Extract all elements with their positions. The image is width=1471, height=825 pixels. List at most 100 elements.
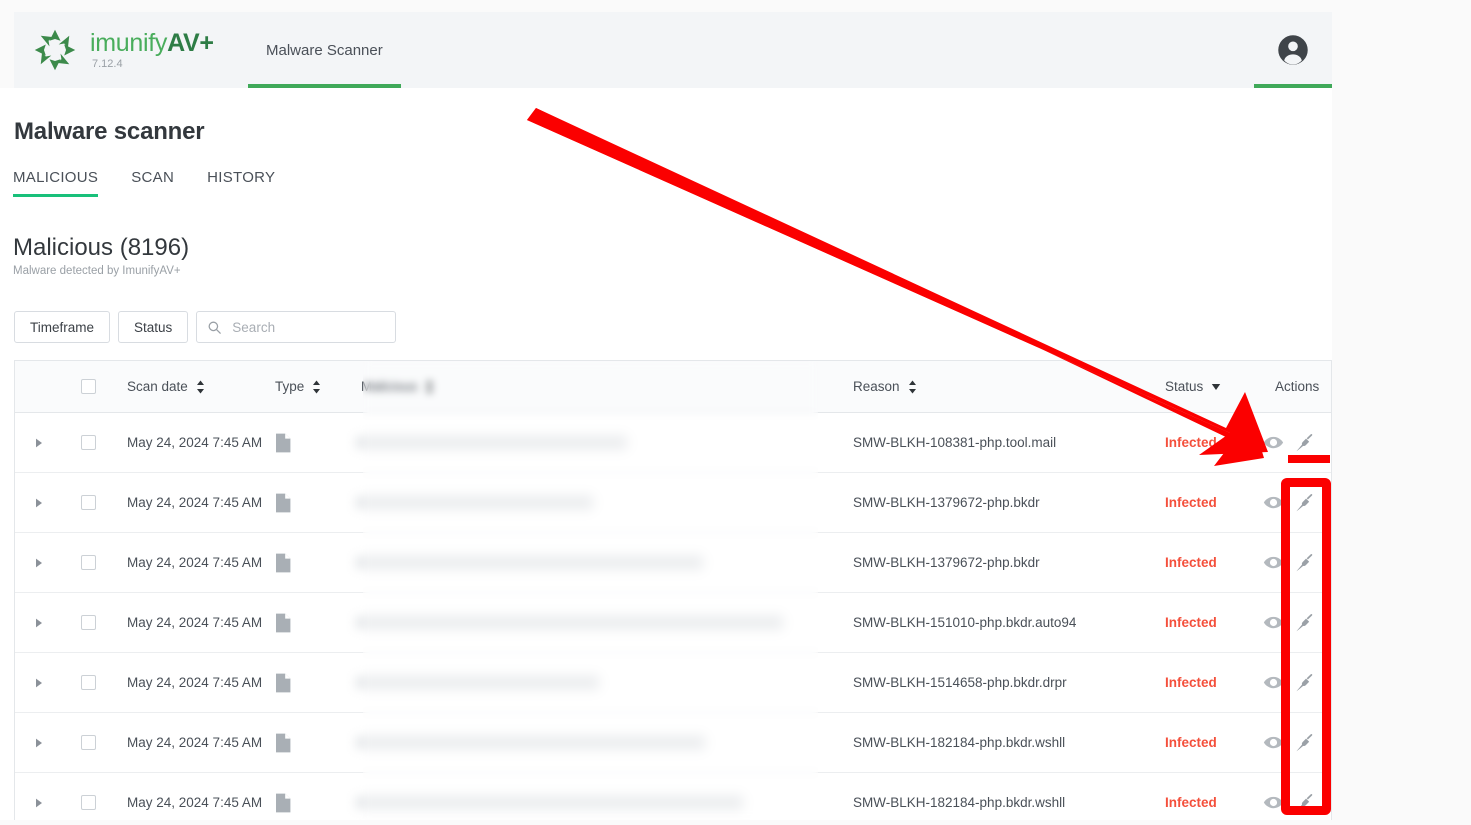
row-select-cell[interactable] xyxy=(63,712,113,773)
row-malicious-cell xyxy=(347,712,839,773)
user-account-button[interactable] xyxy=(1254,12,1332,88)
row-checkbox[interactable] xyxy=(80,615,96,630)
row-scan-date-cell: May 24, 2024 7:45 AM xyxy=(113,772,275,820)
row-checkbox[interactable] xyxy=(80,495,96,510)
row-expand-cell[interactable] xyxy=(15,652,63,713)
row-scan-date-cell: May 24, 2024 7:45 AM xyxy=(113,652,275,713)
row-status-cell: Infected xyxy=(1151,532,1261,593)
row-type-cell xyxy=(275,592,347,653)
table-header-row: Scan date Type Malicious Reason Status A… xyxy=(15,361,1331,413)
eye-icon[interactable] xyxy=(1263,552,1284,573)
th-type[interactable]: Type xyxy=(275,361,347,413)
row-actions-cell xyxy=(1261,472,1331,533)
row-checkbox[interactable] xyxy=(80,555,96,570)
row-expand-cell[interactable] xyxy=(15,772,63,820)
app-page: imunifyAV+ 7.12.4 Malware Scanner Malwar… xyxy=(0,0,1471,820)
file-icon xyxy=(276,673,291,692)
malicious-path-redacted xyxy=(355,616,783,629)
tab-scan[interactable]: SCAN xyxy=(131,169,174,197)
eye-icon[interactable] xyxy=(1263,432,1284,453)
row-select-cell[interactable] xyxy=(63,532,113,593)
row-reason-cell: SMW-BLKH-1379672-php.bkdr xyxy=(839,532,1151,593)
th-select-all xyxy=(63,361,113,413)
expand-row-caret-icon[interactable] xyxy=(15,738,63,748)
th-scan-date[interactable]: Scan date xyxy=(113,361,275,413)
sort-both-icon[interactable] xyxy=(908,380,917,394)
table-row[interactable]: May 24, 2024 7:45 AM SMW-BLKH-182184-php.… xyxy=(15,772,1331,820)
broom-cleanup-icon[interactable] xyxy=(1294,792,1315,813)
row-actions-cell xyxy=(1261,772,1331,820)
table-row[interactable]: May 24, 2024 7:45 AM SMW-BLKH-151010-php.… xyxy=(15,592,1331,653)
row-select-cell[interactable] xyxy=(63,472,113,533)
row-actions-cell xyxy=(1261,592,1331,653)
th-status[interactable]: Status xyxy=(1151,361,1261,413)
row-scan-date-cell: May 24, 2024 7:45 AM xyxy=(113,712,275,773)
eye-icon[interactable] xyxy=(1263,612,1284,633)
expand-row-caret-icon[interactable] xyxy=(15,618,63,628)
table-row[interactable]: May 24, 2024 7:45 AM SMW-BLKH-108381-php.… xyxy=(15,412,1331,473)
file-icon xyxy=(276,613,291,632)
tab-malicious[interactable]: MALICIOUS xyxy=(13,169,99,197)
broom-cleanup-icon[interactable] xyxy=(1294,732,1315,753)
timeframe-filter-button[interactable]: Timeframe xyxy=(14,311,111,343)
row-scan-date-cell: May 24, 2024 7:45 AM xyxy=(113,412,275,473)
row-select-cell[interactable] xyxy=(63,592,113,653)
row-status-cell: Infected xyxy=(1151,592,1261,653)
expand-row-caret-icon[interactable] xyxy=(15,498,63,508)
row-select-cell[interactable] xyxy=(63,772,113,820)
row-checkbox[interactable] xyxy=(80,735,96,750)
broom-cleanup-icon[interactable] xyxy=(1294,672,1315,693)
expand-row-caret-icon[interactable] xyxy=(15,558,63,568)
eye-icon[interactable] xyxy=(1263,792,1284,813)
nav-tab-malware-scanner[interactable]: Malware Scanner xyxy=(248,12,401,88)
th-reason[interactable]: Reason xyxy=(839,361,1151,413)
expand-row-caret-icon[interactable] xyxy=(15,678,63,688)
broom-cleanup-icon[interactable] xyxy=(1294,612,1315,633)
eye-icon[interactable] xyxy=(1263,732,1284,753)
row-expand-cell[interactable] xyxy=(15,412,63,473)
eye-icon[interactable] xyxy=(1263,492,1284,513)
row-select-cell[interactable] xyxy=(63,652,113,713)
table-body: May 24, 2024 7:45 AM SMW-BLKH-108381-php.… xyxy=(15,412,1331,820)
table-row[interactable]: May 24, 2024 7:45 AM SMW-BLKH-1379672-php… xyxy=(15,532,1331,593)
th-malicious[interactable]: Malicious xyxy=(347,361,839,413)
broom-cleanup-icon[interactable] xyxy=(1294,432,1315,453)
table-row[interactable]: May 24, 2024 7:45 AM SMW-BLKH-182184-php.… xyxy=(15,712,1331,773)
row-reason-cell: SMW-BLKH-151010-php.bkdr.auto94 xyxy=(839,592,1151,653)
row-select-cell[interactable] xyxy=(63,412,113,473)
row-expand-cell[interactable] xyxy=(15,712,63,773)
status-filter-button[interactable]: Status xyxy=(118,311,189,343)
search-input[interactable] xyxy=(230,318,412,336)
search-box[interactable] xyxy=(196,311,412,343)
malicious-path-redacted xyxy=(355,676,599,689)
file-icon xyxy=(276,493,291,512)
sort-descending-icon[interactable] xyxy=(1211,383,1221,391)
sort-both-icon[interactable] xyxy=(196,380,205,394)
sort-both-icon[interactable] xyxy=(312,380,321,394)
broom-cleanup-icon[interactable] xyxy=(1294,552,1315,573)
row-expand-cell[interactable] xyxy=(15,532,63,593)
select-all-checkbox[interactable] xyxy=(80,379,96,394)
table-row[interactable]: May 24, 2024 7:45 AM SMW-BLKH-1379672-php… xyxy=(15,472,1331,533)
table-row[interactable]: May 24, 2024 7:45 AM SMW-BLKH-1514658-php… xyxy=(15,652,1331,713)
tab-history[interactable]: HISTORY xyxy=(207,169,275,197)
row-checkbox[interactable] xyxy=(80,795,96,810)
th-reason-label: Reason xyxy=(853,379,900,394)
sort-both-icon[interactable] xyxy=(425,380,434,394)
row-checkbox[interactable] xyxy=(80,675,96,690)
row-checkbox[interactable] xyxy=(80,435,96,450)
page-title: Malware scanner xyxy=(14,118,205,145)
reason-value: SMW-BLKH-108381-php.tool.mail xyxy=(853,435,1057,450)
broom-cleanup-icon[interactable] xyxy=(1294,492,1315,513)
row-expand-cell[interactable] xyxy=(15,592,63,653)
eye-icon[interactable] xyxy=(1263,672,1284,693)
expand-row-caret-icon[interactable] xyxy=(15,438,63,448)
expand-row-caret-icon[interactable] xyxy=(15,798,63,808)
row-expand-cell[interactable] xyxy=(15,472,63,533)
status-badge: Infected xyxy=(1165,795,1217,810)
reason-value: SMW-BLKH-1514658-php.bkdr.drpr xyxy=(853,675,1067,690)
brand-version: 7.12.4 xyxy=(92,57,123,70)
section-heading: Malicious (8196) xyxy=(13,234,190,261)
row-status-cell: Infected xyxy=(1151,412,1261,473)
file-icon xyxy=(276,553,291,572)
